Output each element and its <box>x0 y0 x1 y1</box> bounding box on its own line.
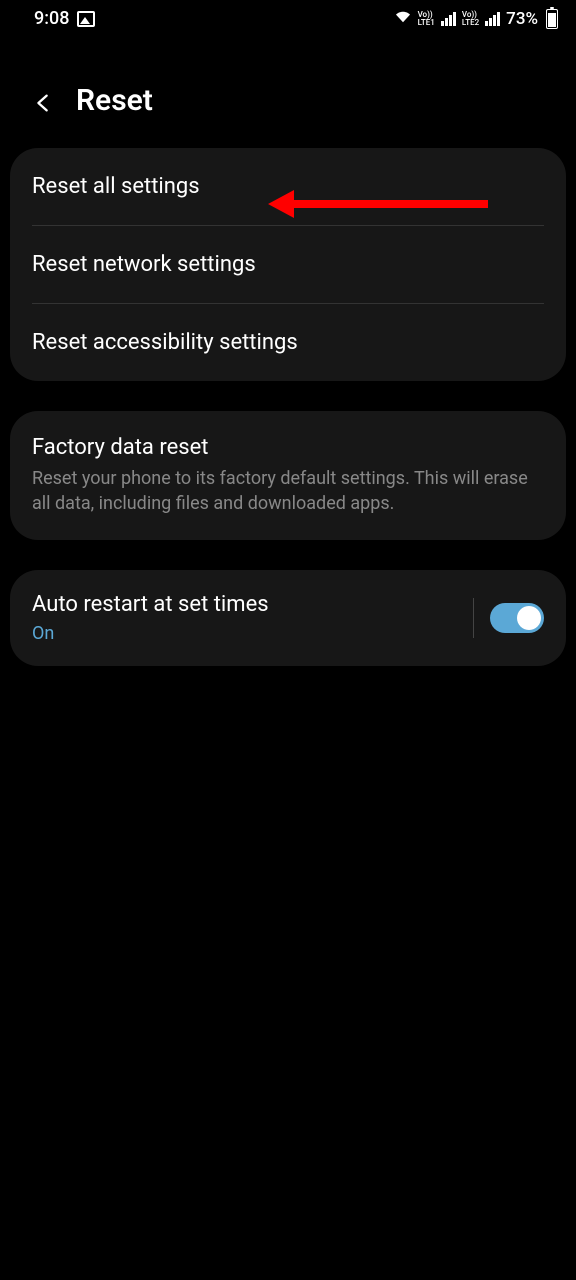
auto-restart-item[interactable]: Auto restart at set times On <box>10 570 566 666</box>
page-title: Reset <box>76 83 153 118</box>
wifi-icon <box>394 9 412 29</box>
signal-bars-2 <box>485 12 500 26</box>
battery-icon <box>546 9 558 29</box>
lte1-indicator: Vo)) LTE1 <box>418 11 435 27</box>
auto-restart-toggle[interactable] <box>490 603 544 633</box>
toggle-divider <box>473 598 474 638</box>
item-status: On <box>32 623 457 644</box>
lte2-indicator: Vo)) LTE2 <box>462 11 479 27</box>
item-subtitle: Reset your phone to its factory default … <box>32 466 544 516</box>
auto-restart-card: Auto restart at set times On <box>10 570 566 666</box>
back-icon[interactable] <box>32 92 50 110</box>
reset-options-card: Reset all settings Reset network setting… <box>10 148 566 381</box>
page-header: Reset <box>0 33 576 148</box>
status-bar: 9:08 Vo)) LTE1 Vo)) LTE2 73% <box>0 0 576 33</box>
item-title: Auto restart at set times <box>32 592 457 617</box>
factory-reset-card: Factory data reset Reset your phone to i… <box>10 411 566 540</box>
item-title: Factory data reset <box>32 435 544 460</box>
reset-all-settings-item[interactable]: Reset all settings <box>10 148 566 225</box>
battery-percent: 73% <box>506 9 538 29</box>
item-label: Reset all settings <box>32 174 200 199</box>
picture-icon <box>77 11 95 27</box>
item-label: Reset accessibility settings <box>32 330 298 355</box>
reset-network-settings-item[interactable]: Reset network settings <box>10 226 566 303</box>
status-right: Vo)) LTE1 Vo)) LTE2 73% <box>394 9 558 29</box>
status-left: 9:08 <box>34 8 95 29</box>
status-time: 9:08 <box>34 8 69 29</box>
factory-data-reset-item[interactable]: Factory data reset Reset your phone to i… <box>10 411 566 540</box>
item-label: Reset network settings <box>32 252 256 277</box>
reset-accessibility-settings-item[interactable]: Reset accessibility settings <box>10 304 566 381</box>
signal-bars-1 <box>441 12 456 26</box>
